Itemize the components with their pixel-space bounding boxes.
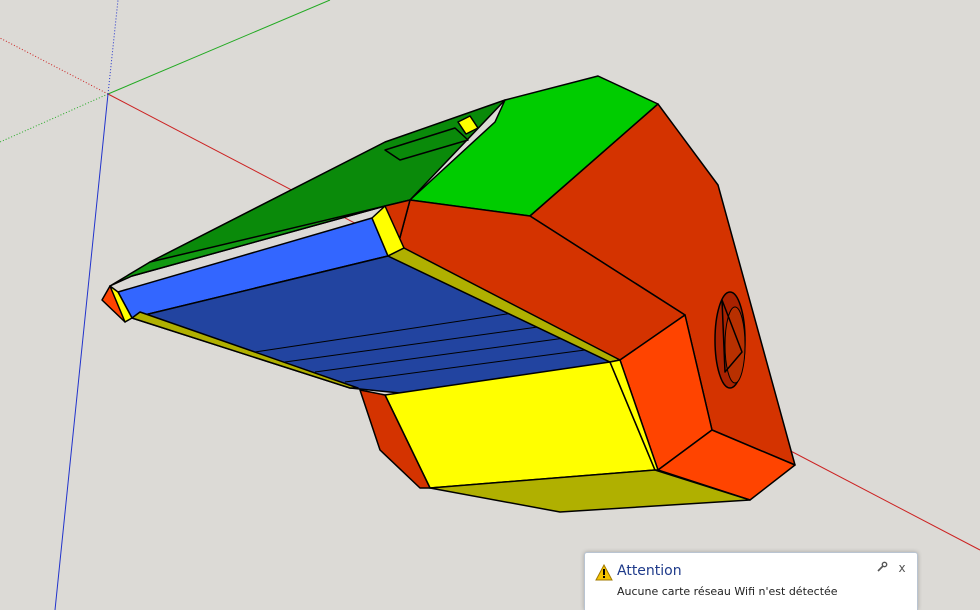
3d-viewport[interactable]: [0, 0, 980, 610]
wrench-icon[interactable]: [875, 561, 889, 575]
3d-model[interactable]: [101, 75, 796, 513]
green-axis-solid: [107, 0, 331, 95]
notification-message: Aucune carte réseau Wifi n'est détectée: [617, 585, 838, 598]
blue-axis-dotted: [107, 0, 119, 95]
notification-title: Attention: [617, 563, 682, 579]
hole-inner: [724, 306, 746, 384]
close-icon[interactable]: x: [895, 561, 909, 575]
warning-triangle-icon: [595, 563, 613, 581]
blue-axis-solid: [54, 93, 109, 610]
red-axis-dotted: [0, 37, 109, 95]
green-axis-dotted: [0, 93, 109, 143]
model-canvas[interactable]: [0, 0, 980, 610]
wifi-notification[interactable]: Attention Aucune carte réseau Wifi n'est…: [584, 552, 918, 610]
